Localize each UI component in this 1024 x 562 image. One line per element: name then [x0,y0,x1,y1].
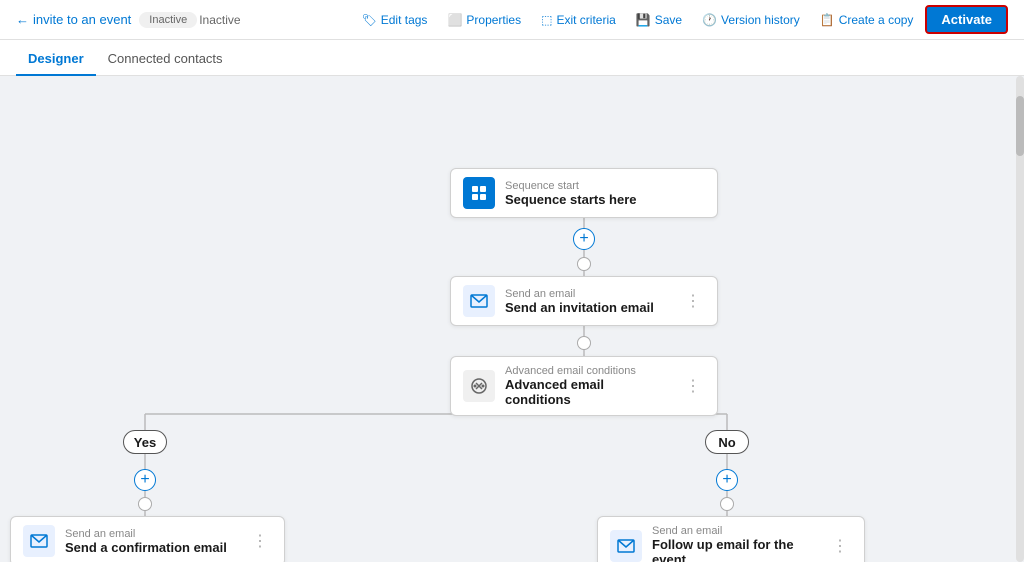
advanced-conditions-node[interactable]: Advanced email conditions Advanced email… [450,356,718,416]
tabs-bar: Designer Connected contacts [0,40,1024,76]
connector-yes [138,497,152,511]
edit-tags-button[interactable]: 🏷 Edit tags [354,9,436,31]
header-actions: 🏷 Edit tags ⬜ Properties ⬚ Exit criteria… [354,5,1009,34]
back-icon: ← [16,12,29,27]
connector-1 [577,257,591,271]
app-header: ← invite to an event Inactive Inactive 🏷… [0,0,1024,40]
back-button[interactable]: ← invite to an event [16,12,131,27]
save-button[interactable]: 💾 Save [628,9,690,31]
tab-designer[interactable]: Designer [16,43,96,76]
sequence-start-label: Sequence start [505,180,705,192]
send-email-1-title: Send an invitation email [505,300,671,315]
send-email-no-title: Follow up email for the event [652,537,818,562]
send-email-no-menu[interactable]: ⋮ [828,534,852,558]
advanced-conditions-content: Advanced email conditions Advanced email… [505,365,671,407]
properties-button[interactable]: ⬜ Properties [439,9,529,31]
exit-criteria-icon: ⬚ [541,13,552,27]
conditions-icon [463,370,495,402]
header-title: invite to an event [33,12,131,27]
tab-connected-contacts[interactable]: Connected contacts [96,43,235,76]
create-copy-icon: 📋 [820,13,835,27]
add-step-button-1[interactable]: + [573,228,595,250]
add-step-no-button[interactable]: + [716,469,738,491]
version-history-icon: 🕐 [702,13,717,27]
version-history-button[interactable]: 🕐 Version history [694,9,808,31]
sequence-start-content: Sequence start Sequence starts here [505,180,705,207]
send-email-no-label: Send an email [652,525,818,537]
connector-no [720,497,734,511]
sequence-start-title: Sequence starts here [505,192,705,207]
edit-tags-icon: 🏷 [362,13,377,27]
no-branch-label: No [705,430,749,454]
send-email-1-label: Send an email [505,288,671,300]
add-step-yes-button[interactable]: + [134,469,156,491]
vertical-scrollbar[interactable] [1016,76,1024,562]
send-email-no-node[interactable]: Send an email Follow up email for the ev… [597,516,865,562]
send-email-no-content: Send an email Follow up email for the ev… [652,525,818,562]
email-1-icon [463,285,495,317]
email-yes-icon [23,525,55,557]
send-email-yes-label: Send an email [65,528,238,540]
flow-canvas: Sequence start Sequence starts here + Se… [0,76,1024,562]
status-badge: Inactive [139,12,197,28]
advanced-conditions-label: Advanced email conditions [505,365,671,377]
exit-criteria-button[interactable]: ⬚ Exit criteria [533,9,624,31]
sequence-icon [463,177,495,209]
yes-branch-label: Yes [123,430,167,454]
create-copy-button[interactable]: 📋 Create a copy [812,9,922,31]
send-email-1-content: Send an email Send an invitation email [505,288,671,315]
sequence-start-node[interactable]: Sequence start Sequence starts here [450,168,718,218]
save-icon: 💾 [636,13,651,27]
send-email-1-node[interactable]: Send an email Send an invitation email ⋮ [450,276,718,326]
advanced-conditions-title: Advanced email conditions [505,377,671,407]
send-email-yes-node[interactable]: Send an email Send a confirmation email … [10,516,285,562]
send-email-yes-content: Send an email Send a confirmation email [65,528,238,555]
scrollbar-thumb[interactable] [1016,96,1024,156]
activate-button[interactable]: Activate [925,5,1008,34]
send-email-yes-menu[interactable]: ⋮ [248,529,272,553]
send-email-1-menu[interactable]: ⋮ [681,289,705,313]
advanced-conditions-menu[interactable]: ⋮ [681,374,705,398]
email-no-icon [610,530,642,562]
connector-2 [577,336,591,350]
send-email-yes-title: Send a confirmation email [65,540,238,555]
properties-icon: ⬜ [447,13,462,27]
inactive-label: Inactive [199,13,240,27]
